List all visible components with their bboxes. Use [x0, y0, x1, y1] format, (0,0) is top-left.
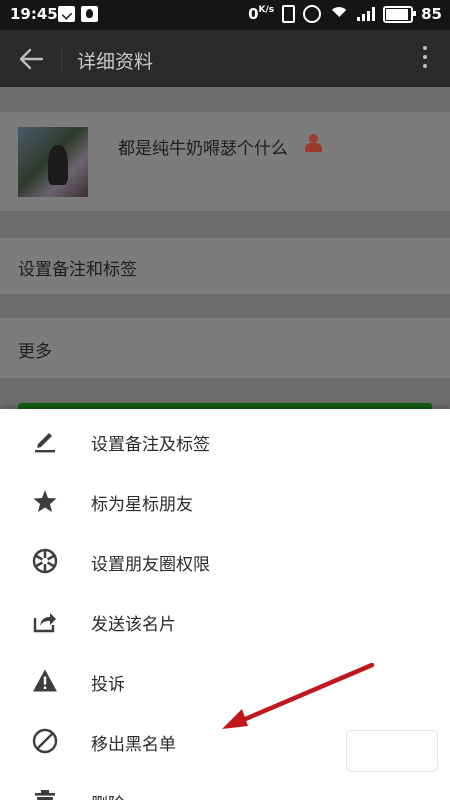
menu-item-label: 发送该名片	[91, 615, 176, 635]
titlebar-divider	[61, 46, 62, 72]
more-vertical-icon[interactable]	[422, 46, 428, 72]
warning-icon	[33, 669, 57, 692]
aperture-icon	[32, 548, 58, 574]
battery-level: 85	[421, 5, 442, 23]
menu-item-label: 标为星标朋友	[91, 495, 193, 515]
contact-nickname: 都是纯牛奶嘚瑟个什么	[118, 139, 288, 159]
avatar[interactable]	[18, 127, 88, 197]
watermark-logo	[346, 730, 438, 772]
trash-icon	[35, 790, 55, 800]
signal-icon	[357, 7, 376, 21]
menu-item-star-friend[interactable]: 标为星标朋友	[0, 471, 450, 531]
star-icon	[33, 490, 57, 512]
menu-item-set-remark[interactable]: 设置备注及标签	[0, 411, 450, 471]
action-sheet: 设置备注及标签 标为星标朋友 设置朋友圈权限 发送该名片 投诉 移出黑名单	[0, 409, 450, 800]
remark-tags-label: 设置备注和标签	[18, 260, 137, 280]
net-speed: 0K/s	[248, 5, 275, 23]
menu-item-moments-permission[interactable]: 设置朋友圈权限	[0, 531, 450, 591]
wifi-icon	[329, 7, 350, 21]
menu-item-send-card[interactable]: 发送该名片	[0, 591, 450, 651]
battery-icon	[383, 5, 417, 23]
status-time: 19:45	[10, 5, 58, 23]
title-bar: 详细资料	[0, 30, 450, 87]
arrow-left-icon[interactable]	[18, 46, 44, 72]
remark-tags-row[interactable]: 设置备注和标签	[0, 238, 450, 294]
status-right-icons: 0K/s 85	[248, 5, 442, 23]
more-row[interactable]: 更多	[0, 318, 450, 378]
profile-card[interactable]: 都是纯牛奶嘚瑟个什么	[0, 112, 450, 211]
page-title: 详细资料	[77, 51, 154, 73]
menu-item-label: 设置备注及标签	[91, 435, 210, 455]
qq-notification-icon	[81, 6, 98, 22]
notification-icons	[58, 6, 98, 22]
more-label: 更多	[18, 342, 52, 362]
mail-notification-icon	[58, 6, 75, 22]
status-bar: 19:45 0K/s 85	[0, 0, 450, 30]
menu-item-report[interactable]: 投诉	[0, 651, 450, 711]
menu-item-delete[interactable]: 删除	[0, 771, 450, 800]
menu-item-label: 删除	[91, 790, 125, 800]
pencil-icon	[35, 433, 55, 453]
person-icon	[305, 134, 322, 152]
share-icon	[33, 613, 56, 633]
vibrate-icon	[282, 5, 296, 23]
block-icon	[32, 728, 58, 754]
menu-item-label: 移出黑名单	[91, 735, 176, 755]
alarm-clock-icon	[303, 5, 322, 23]
menu-item-label: 投诉	[91, 675, 125, 695]
menu-item-label: 设置朋友圈权限	[91, 555, 210, 575]
